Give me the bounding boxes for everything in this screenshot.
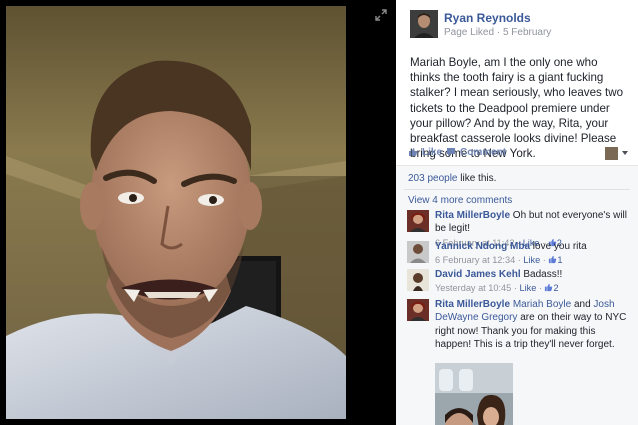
meta-separator: · xyxy=(540,255,549,266)
comment-body: Rita MillerBoyle Mariah Boyle and Josh D… xyxy=(435,298,627,352)
likes-suffix: like this. xyxy=(457,173,497,184)
meta-separator: · xyxy=(536,283,545,294)
comment-meta: 6 February at 12:34 · Like · 1 xyxy=(435,254,627,267)
comment-time[interactable]: 6 February at 12:34 xyxy=(435,255,515,265)
likes-count-link[interactable]: 203 people xyxy=(408,173,458,184)
comment-attached-photo[interactable] xyxy=(435,363,513,425)
comment-meta: Yesterday at 10:45 · Like · 2 xyxy=(435,282,627,295)
like-label: Like xyxy=(422,147,443,158)
viewer-avatar[interactable] xyxy=(605,147,618,160)
author-avatar[interactable] xyxy=(410,10,438,38)
photo-illustration xyxy=(6,6,346,419)
comment-text: love you rita xyxy=(530,241,587,252)
photo-viewer: Ryan Reynolds Page Liked · 5 February Ma… xyxy=(0,0,638,425)
divider xyxy=(404,189,630,190)
mentioned-user[interactable]: Mariah Boyle xyxy=(513,299,571,310)
action-bar: Like Comment xyxy=(408,144,630,164)
expand-icon[interactable] xyxy=(374,8,388,22)
view-more-comments-link[interactable]: View 4 more comments xyxy=(408,195,512,206)
post-meta: Page Liked · 5 February xyxy=(444,27,551,38)
comment-text: Badass!! xyxy=(520,269,563,280)
post-panel: Ryan Reynolds Page Liked · 5 February Ma… xyxy=(396,0,638,425)
comment-like-link[interactable]: Like xyxy=(523,255,540,265)
author-name[interactable]: Ryan Reynolds xyxy=(444,11,531,25)
comment-author[interactable]: Rita MillerBoyle xyxy=(435,210,510,221)
meta-separator: · xyxy=(494,27,503,38)
thumbs-up-icon xyxy=(409,148,418,156)
comment-button[interactable]: Comment xyxy=(446,147,506,158)
commenter-avatar[interactable] xyxy=(407,241,429,263)
comment-body: Yannick Ndong Mba love you rita 6 Februa… xyxy=(435,240,627,268)
feedback-section: 203 people like this. View 4 more commen… xyxy=(396,165,638,425)
page-liked-label: Page Liked xyxy=(444,27,495,38)
comment-author[interactable]: Rita MillerBoyle xyxy=(435,299,510,310)
commenter-avatar[interactable] xyxy=(407,210,429,232)
comment-like-count[interactable]: 1 xyxy=(557,255,562,265)
commenter-avatar[interactable] xyxy=(407,269,429,291)
commenter-avatar[interactable] xyxy=(407,299,429,321)
likes-summary: 203 people like this. xyxy=(408,173,496,184)
comment-label: Comment xyxy=(460,147,507,158)
comment-body: David James Kehl Badass!! Yesterday at 1… xyxy=(435,268,627,296)
post-date[interactable]: 5 February xyxy=(503,27,551,38)
comment-conjunction: and xyxy=(571,299,594,310)
photo-stage xyxy=(0,0,396,425)
post-photo[interactable] xyxy=(6,6,346,419)
like-button[interactable]: Like xyxy=(408,147,442,158)
comment-author[interactable]: David James Kehl xyxy=(435,269,521,280)
comment-like-link[interactable]: Like xyxy=(519,283,536,293)
comment-like-count[interactable]: 2 xyxy=(553,283,558,293)
comment-author[interactable]: Yannick Ndong Mba xyxy=(435,241,530,252)
post-header: Ryan Reynolds Page Liked · 5 February xyxy=(410,10,630,40)
comment-time[interactable]: Yesterday at 10:45 xyxy=(435,283,511,293)
chevron-down-icon[interactable] xyxy=(622,151,628,155)
speech-bubble-icon xyxy=(447,148,455,156)
